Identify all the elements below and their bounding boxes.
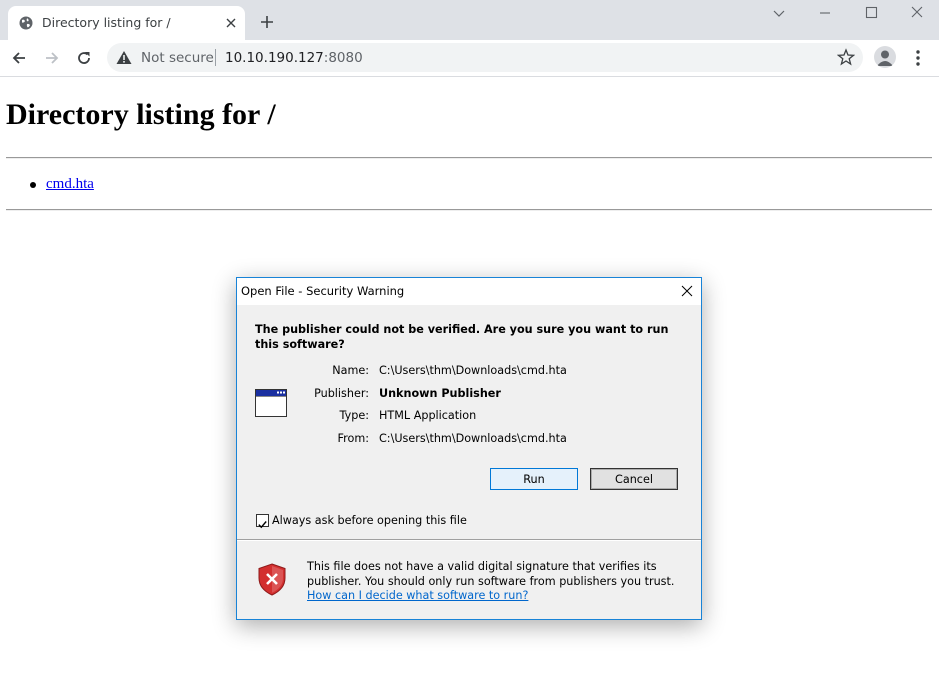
cancel-button[interactable]: Cancel — [590, 468, 678, 490]
close-tab-icon[interactable] — [224, 16, 238, 30]
security-label[interactable]: Not secure — [141, 50, 214, 66]
tab-title: Directory listing for / — [42, 15, 171, 30]
maximize-icon[interactable] — [862, 4, 880, 22]
field-value-publisher: Unknown Publisher — [379, 387, 501, 400]
dialog-body: The publisher could not be verified. Are… — [237, 305, 701, 538]
dialog-divider — [237, 539, 701, 541]
page-title: Directory listing for / — [6, 98, 276, 131]
list-bullet — [30, 182, 36, 188]
browser-tab[interactable]: Directory listing for / — [8, 6, 245, 40]
signature-warning-text: This file does not have a valid digital … — [307, 560, 675, 588]
close-window-icon[interactable] — [908, 4, 926, 22]
checkmark-icon — [258, 521, 267, 529]
forward-icon[interactable] — [43, 49, 61, 67]
profile-avatar-icon[interactable] — [874, 46, 896, 68]
field-value-name: C:\Users\thm\Downloads\cmd.hta — [379, 364, 567, 377]
run-button[interactable]: Run — [490, 468, 578, 490]
security-warning-dialog: Open File - Security Warning The publish… — [236, 277, 702, 620]
always-ask-checkbox[interactable] — [256, 514, 269, 529]
bookmark-star-icon[interactable] — [837, 48, 855, 66]
divider-bottom — [6, 209, 932, 211]
warning-triangle-icon — [116, 51, 132, 64]
browser-toolbar: Not secure 10.10.190.127:8080 — [0, 40, 939, 77]
field-label-type: Type: — [339, 409, 369, 422]
field-label-from: From: — [337, 432, 370, 445]
dialog-title: Open File - Security Warning — [241, 284, 405, 298]
field-value-type: HTML Application — [379, 409, 477, 422]
field-value-from: C:\Users\thm\Downloads\cmd.hta — [379, 432, 567, 445]
new-tab-icon[interactable] — [259, 14, 275, 30]
tab-strip: Directory listing for / — [0, 0, 939, 40]
url-port: :8080 — [323, 50, 363, 66]
file-link-cmd-hta[interactable]: cmd.hta — [46, 176, 94, 193]
always-ask-label[interactable]: Always ask before opening this file — [272, 514, 467, 527]
more-menu-icon[interactable] — [909, 48, 927, 68]
minimize-icon[interactable] — [816, 4, 834, 22]
help-link[interactable]: How can I decide what software to run? — [307, 589, 528, 602]
field-label-publisher: Publisher: — [314, 387, 369, 400]
field-label-name: Name: — [332, 364, 369, 377]
dialog-close-icon[interactable] — [673, 278, 701, 304]
divider-top — [6, 157, 932, 159]
back-icon[interactable] — [10, 49, 28, 67]
globe-icon — [19, 16, 33, 30]
reload-icon[interactable] — [75, 49, 93, 67]
dialog-question: The publisher could not be verified. Are… — [255, 323, 669, 351]
url-text[interactable]: 10.10.190.127:8080 — [225, 50, 363, 66]
address-separator — [215, 49, 216, 66]
shield-error-icon — [258, 563, 286, 596]
url-host: 10.10.190.127 — [225, 50, 324, 66]
address-bar[interactable]: Not secure 10.10.190.127:8080 — [107, 43, 863, 72]
tab-search-icon[interactable] — [770, 4, 788, 22]
dialog-titlebar[interactable]: Open File - Security Warning — [237, 278, 701, 305]
